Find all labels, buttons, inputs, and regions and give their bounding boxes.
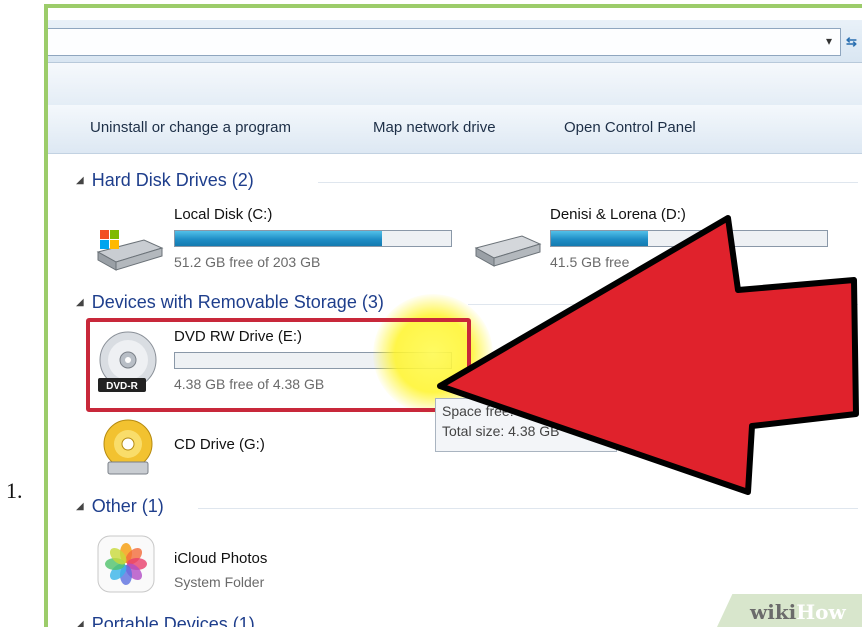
red-arrow-icon — [437, 215, 859, 495]
explorer-window: ▾ ⇆ Uninstall or change a program Map ne… — [44, 4, 862, 627]
watermark-prefix: wiki — [750, 600, 797, 624]
wikihow-watermark: wikiHow — [715, 594, 862, 627]
watermark-suffix: How — [796, 600, 846, 624]
step-number: 1. — [6, 478, 23, 503]
